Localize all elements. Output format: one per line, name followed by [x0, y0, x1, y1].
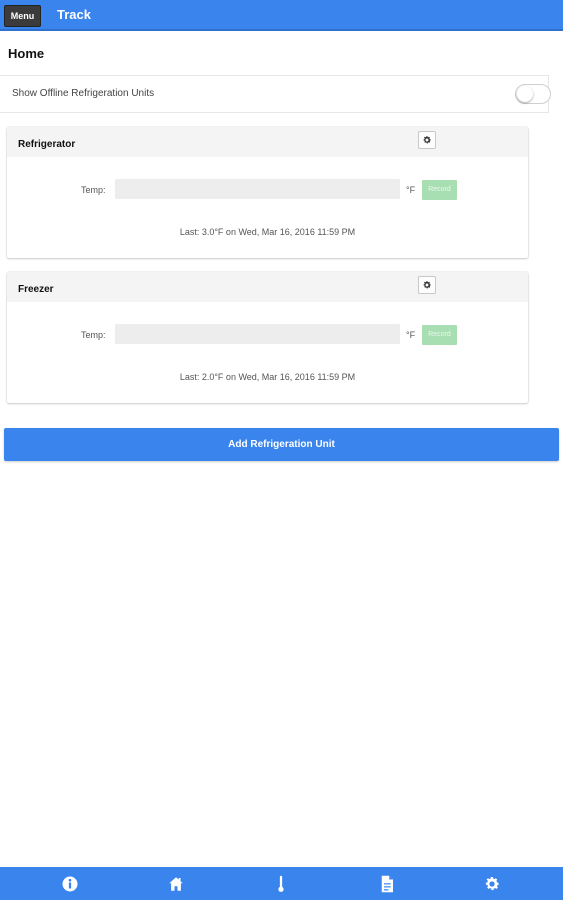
temp-label: Temp: — [81, 185, 106, 195]
document-icon — [381, 875, 393, 892]
app-title: Track — [57, 7, 91, 22]
temp-unit-label: °F — [406, 330, 416, 340]
gear-icon — [423, 136, 431, 144]
bottom-nav-bar — [0, 867, 563, 900]
last-reading: Last: 2.0°F on Wed, Mar 16, 2016 11:59 P… — [179, 372, 356, 382]
unit-name: Refrigerator — [18, 139, 76, 150]
page-title: Home — [8, 46, 45, 61]
unit-card-header: Freezer — [7, 272, 528, 302]
nav-reports[interactable] — [367, 867, 407, 900]
unit-card-refrigerator: Refrigerator Temp: °F Record Last: 3.0°F… — [7, 127, 528, 258]
nav-info[interactable] — [50, 867, 90, 900]
nav-settings[interactable] — [472, 867, 512, 900]
add-refrigeration-unit-button[interactable]: Add Refrigeration Unit — [4, 428, 559, 461]
top-app-bar: Menu Track — [0, 0, 563, 31]
unit-name: Freezer — [18, 284, 54, 295]
offline-units-row: Show Offline Refrigeration Units — [0, 75, 551, 113]
menu-button[interactable]: Menu — [4, 5, 41, 27]
info-icon — [62, 876, 78, 891]
unit-card-header: Refrigerator — [7, 127, 528, 157]
unit-settings-button[interactable] — [418, 131, 436, 149]
offline-units-toggle[interactable] — [515, 84, 551, 104]
offline-units-label: Show Offline Refrigeration Units — [12, 88, 155, 99]
nav-home[interactable] — [156, 867, 196, 900]
record-button[interactable]: Record — [422, 325, 457, 345]
gear-icon — [485, 876, 500, 890]
toggle-knob — [517, 86, 533, 102]
temp-input[interactable] — [115, 179, 400, 199]
record-button[interactable]: Record — [422, 180, 457, 200]
temp-unit-label: °F — [406, 185, 416, 195]
temp-label: Temp: — [81, 330, 106, 340]
home-icon — [169, 876, 183, 891]
nav-temperature[interactable] — [261, 867, 301, 900]
thermometer-icon — [278, 875, 284, 892]
unit-card-freezer: Freezer Temp: °F Record Last: 2.0°F on W… — [7, 272, 528, 403]
last-reading: Last: 3.0°F on Wed, Mar 16, 2016 11:59 P… — [179, 227, 356, 237]
temp-input[interactable] — [115, 324, 400, 344]
gear-icon — [423, 281, 431, 289]
unit-settings-button[interactable] — [418, 276, 436, 294]
